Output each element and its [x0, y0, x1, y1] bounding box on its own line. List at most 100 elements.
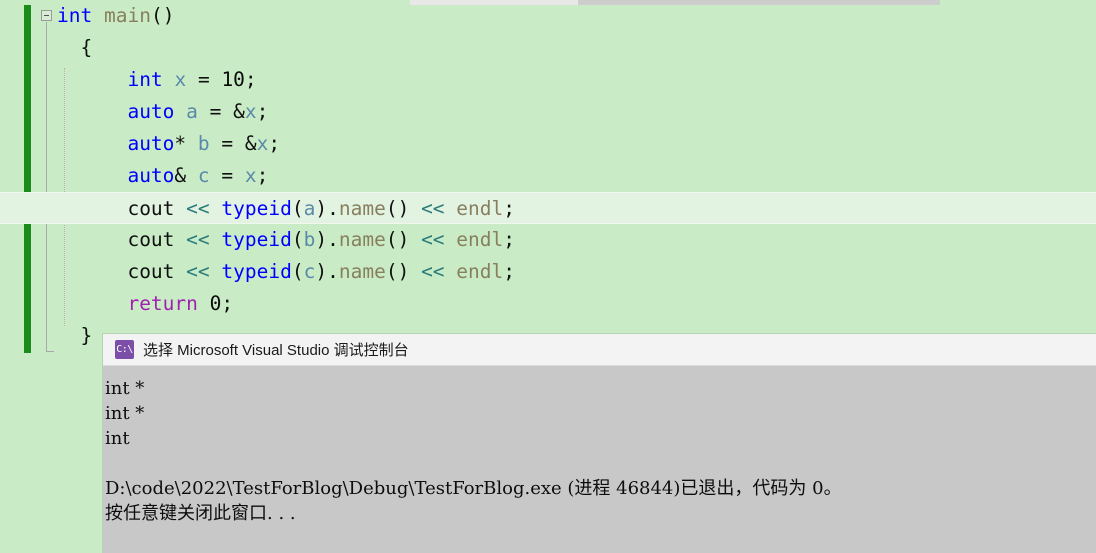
code-token: (): [150, 4, 175, 27]
code-token: int: [127, 68, 163, 91]
console-output-line: int *: [105, 403, 145, 424]
code-line[interactable]: auto a = &x;: [0, 96, 1096, 128]
code-line-content: int x = 10;: [57, 64, 256, 96]
code-token: x: [256, 132, 269, 155]
code-line[interactable]: int x = 10;: [0, 64, 1096, 96]
code-token: x: [174, 68, 187, 91]
code-text-area[interactable]: int main() { int x = 10; auto a = &x; au…: [0, 0, 1096, 352]
console-icon-text: C:\: [116, 343, 133, 355]
code-token: (: [291, 260, 304, 283]
code-token: c: [197, 164, 210, 187]
console-output-line: D:\code\2022\TestForBlog\Debug\TestForBl…: [105, 478, 842, 499]
code-token: endl: [456, 260, 504, 283]
code-token: <<: [186, 197, 210, 220]
code-token: ;: [221, 292, 234, 315]
code-line[interactable]: return 0;: [0, 288, 1096, 320]
code-token: name: [338, 260, 386, 283]
code-token: ;: [503, 197, 516, 220]
code-token: auto: [127, 132, 175, 155]
code-token: <<: [186, 260, 210, 283]
code-token: typeid: [221, 228, 292, 251]
code-token: {: [57, 36, 93, 59]
code-token: ): [315, 228, 328, 251]
code-token: a: [303, 197, 316, 220]
code-token: ): [315, 260, 328, 283]
code-token: =: [221, 164, 234, 187]
code-token: =: [209, 100, 222, 123]
code-token: <<: [421, 197, 445, 220]
debug-console-window[interactable]: C:\ 选择 Microsoft Visual Studio 调试控制台 int…: [103, 334, 1096, 553]
console-window-icon: C:\: [115, 340, 134, 359]
console-output-area[interactable]: int * int * int D:\code\2022\TestForBlog\D…: [103, 366, 1096, 553]
code-line[interactable]: cout << typeid(b).name() << endl;: [0, 224, 1096, 256]
code-line[interactable]: auto& c = x;: [0, 160, 1096, 192]
code-line[interactable]: {: [0, 32, 1096, 64]
code-line-content: auto* b = &x;: [57, 128, 280, 160]
code-token: &: [233, 100, 245, 123]
code-token: ;: [503, 260, 516, 283]
code-token: <<: [421, 260, 445, 283]
code-line-content: return 0;: [57, 288, 233, 320]
code-token: ;: [268, 132, 281, 155]
code-line-content: cout << typeid(c).name() << endl;: [57, 256, 515, 288]
console-output-line: int *: [105, 378, 145, 399]
code-token: (): [385, 228, 410, 251]
code-token: <<: [421, 228, 445, 251]
code-token: .: [327, 228, 339, 251]
code-token: x: [244, 164, 257, 187]
console-output-line: 按任意键关闭此窗口. . .: [105, 503, 296, 524]
code-line[interactable]: auto* b = &x;: [0, 128, 1096, 160]
code-line[interactable]: cout << typeid(c).name() << endl;: [0, 256, 1096, 288]
code-token: name: [338, 228, 386, 251]
code-token: &: [174, 164, 187, 187]
code-line-content: auto a = &x;: [57, 96, 268, 128]
code-token: endl: [456, 197, 504, 220]
code-line[interactable]: cout << typeid(a).name() << endl;: [0, 192, 1096, 224]
code-token: a: [186, 100, 198, 123]
code-token: c: [303, 260, 316, 283]
code-token: ;: [256, 164, 269, 187]
code-line[interactable]: int main(): [0, 0, 1096, 32]
console-output-line: int: [105, 428, 130, 449]
code-token: typeid: [221, 260, 292, 283]
code-token: cout: [127, 197, 175, 220]
code-token: (): [385, 197, 410, 220]
code-token: <<: [186, 228, 210, 251]
code-token: *: [174, 132, 187, 155]
console-title-text: 选择 Microsoft Visual Studio 调试控制台: [143, 342, 409, 359]
console-title-bar[interactable]: C:\ 选择 Microsoft Visual Studio 调试控制台: [103, 334, 1096, 366]
code-token: int: [57, 4, 93, 27]
code-token: cout: [127, 228, 175, 251]
code-token: b: [197, 132, 210, 155]
code-line-content: }: [57, 320, 92, 352]
code-token: cout: [127, 260, 175, 283]
code-token: =: [197, 68, 210, 91]
